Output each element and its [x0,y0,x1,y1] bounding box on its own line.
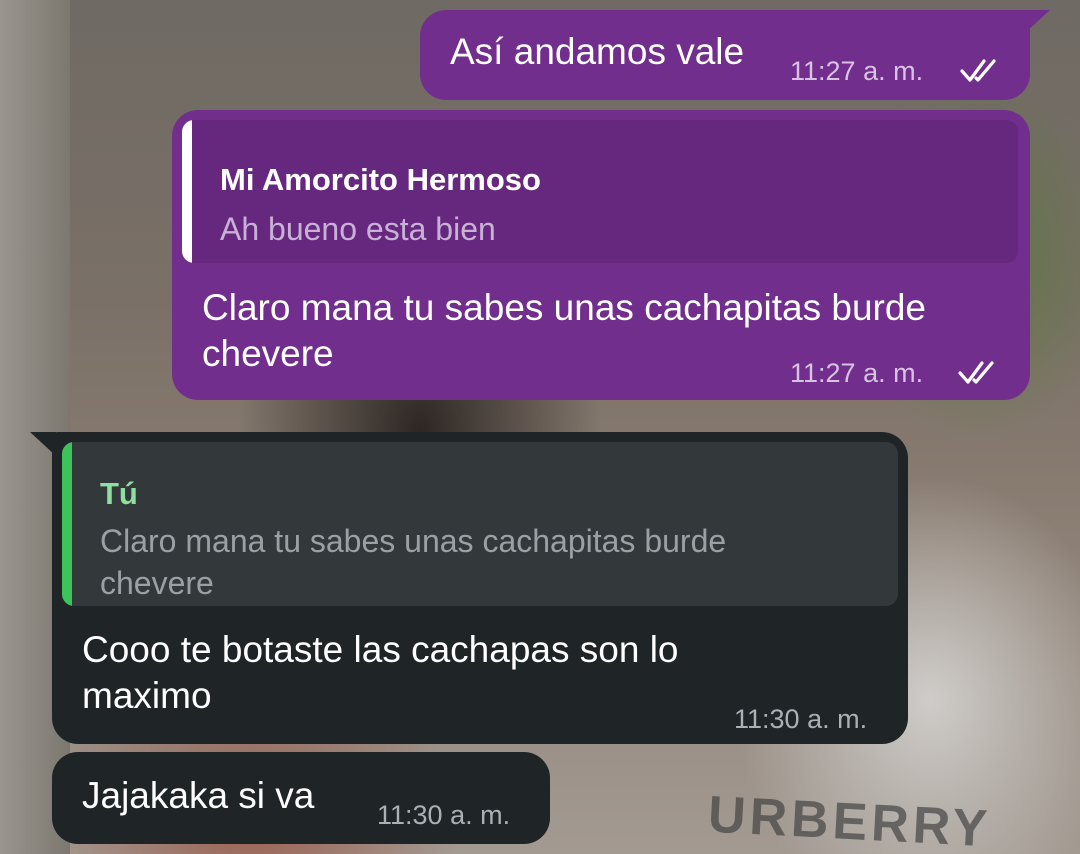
message-text: Jajakaka si va [82,775,315,816]
quote-author: Mi Amorcito Hermoso [220,162,541,197]
message-time: 11:27 a. m. [790,56,924,86]
incoming-message-bubble[interactable]: Jajakaka si va 11:30 a. m. [52,752,550,844]
message-text-line: Cooo te botaste las cachapas son lo [82,629,679,670]
outgoing-reply-bubble[interactable]: Mi Amorcito Hermoso Ah bueno esta bien C… [172,110,1030,400]
message-text: Así andamos vale [450,31,745,72]
quote-bar [182,120,192,263]
message-time: 11:27 a. m. [790,358,924,388]
quote-author: Tú [100,476,138,511]
double-check-icon [960,59,996,82]
outgoing-message-bubble[interactable]: Así andamos vale 11:27 a. m. [420,10,1030,100]
message-text-line: chevere [202,333,334,374]
quoted-message[interactable]: Tú Claro mana tu sabes unas cachapitas b… [62,442,898,606]
message-text-line: Claro mana tu sabes unas cachapitas burd… [202,287,926,328]
double-check-icon [958,361,994,384]
quote-text-line: chevere [100,565,214,601]
incoming-reply-bubble[interactable]: Tú Claro mana tu sabes unas cachapitas b… [52,432,908,744]
wallpaper-shirt-text: URBERRY [706,785,993,854]
message-time: 11:30 a. m. [734,704,868,734]
message-text-line: maximo [82,675,212,716]
quoted-message[interactable]: Mi Amorcito Hermoso Ah bueno esta bien [182,120,1018,263]
quote-text: Ah bueno esta bien [220,211,496,247]
quote-text-line: Claro mana tu sabes unas cachapitas burd… [100,523,727,559]
message-time: 11:30 a. m. [377,800,511,830]
quote-bar [62,442,72,606]
